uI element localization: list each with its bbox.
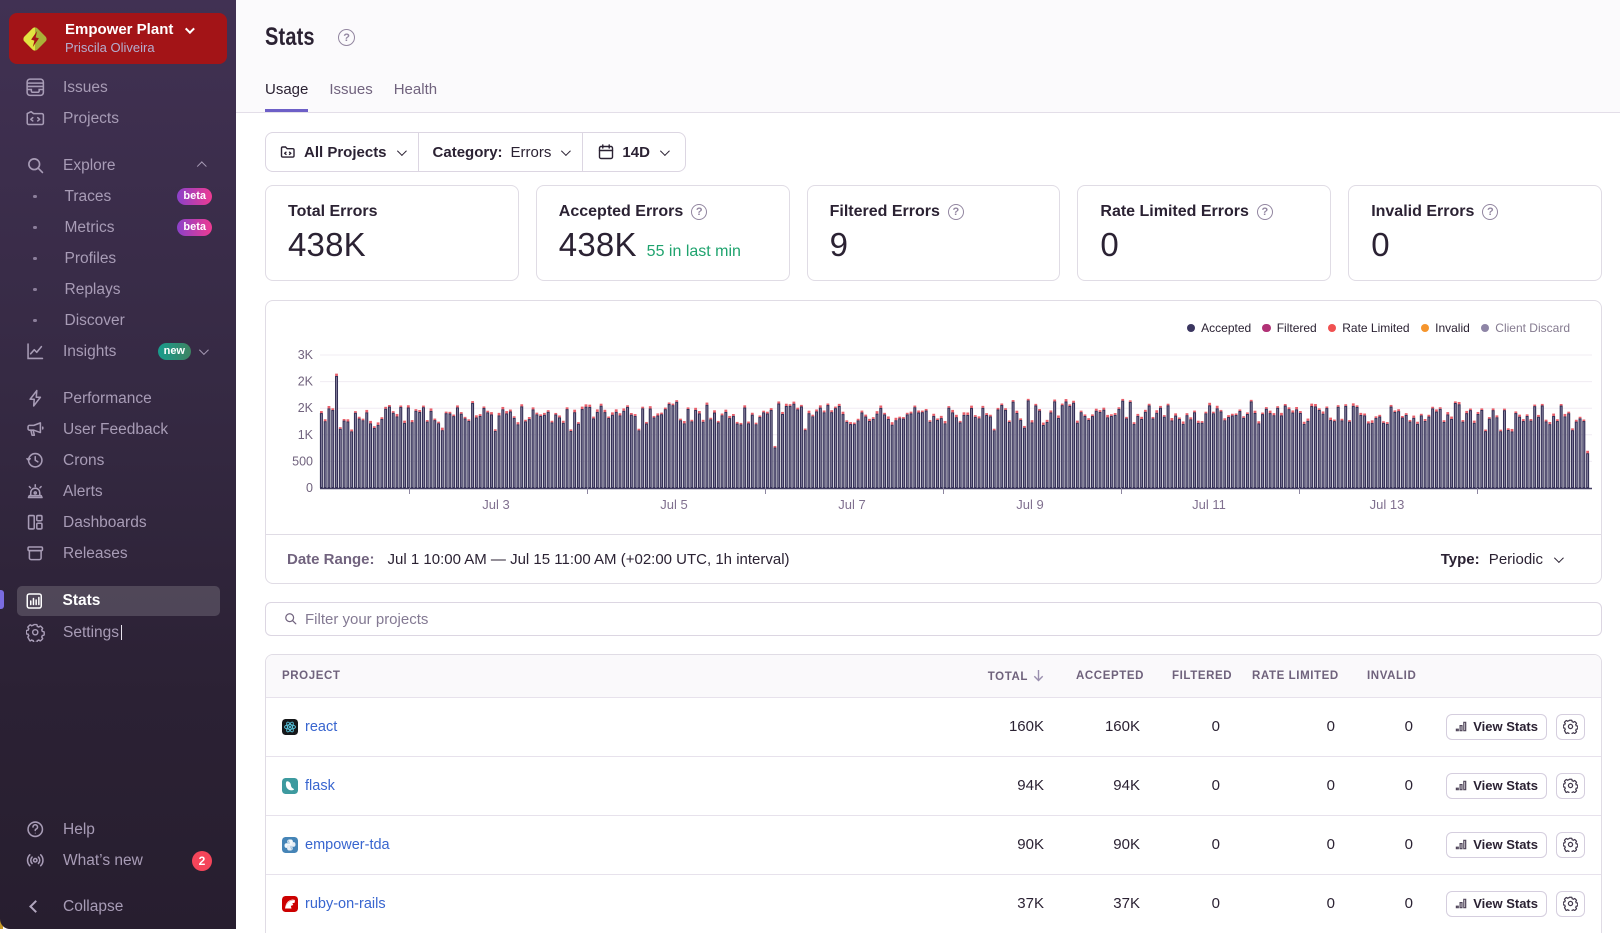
svg-text:Jul 5: Jul 5 (660, 497, 687, 512)
svg-text:0: 0 (306, 481, 313, 495)
svg-text:Jul 3: Jul 3 (482, 497, 509, 512)
svg-text:500: 500 (292, 454, 313, 468)
svg-text:Jul 9: Jul 9 (1016, 497, 1043, 512)
svg-text:3K: 3K (298, 348, 314, 362)
svg-text:1K: 1K (298, 428, 314, 442)
svg-text:Jul 11: Jul 11 (1192, 497, 1226, 512)
svg-text:2K: 2K (298, 401, 314, 415)
svg-text:Jul 13: Jul 13 (1370, 497, 1405, 512)
svg-text:2K: 2K (298, 375, 314, 389)
svg-text:Jul 7: Jul 7 (838, 497, 865, 512)
